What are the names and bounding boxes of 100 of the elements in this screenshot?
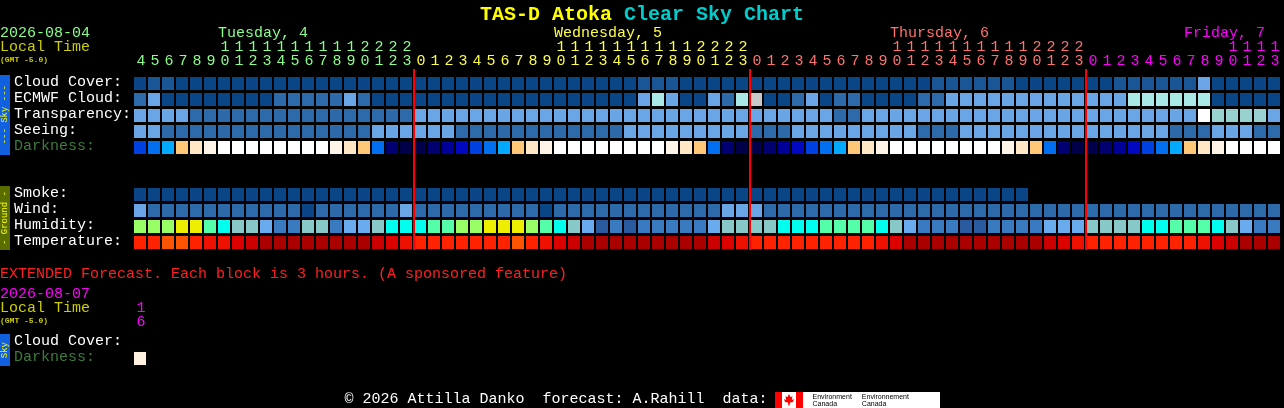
hour-label: 17 xyxy=(317,41,329,69)
hour-label: 5 xyxy=(1157,55,1169,69)
hour-label: 19 xyxy=(681,41,693,69)
hour-label: 16 xyxy=(135,302,147,330)
day-label: Tuesday, 4 xyxy=(218,27,308,41)
hour-label: 10 xyxy=(220,41,230,69)
hour-label: 7 xyxy=(1185,55,1197,69)
date-label: 2026-08-07 xyxy=(0,288,90,302)
hour-label: 9 xyxy=(1213,55,1225,69)
hour-label: 20 xyxy=(695,41,707,69)
hour-label: 3 xyxy=(457,55,469,69)
row-label: Temperature: xyxy=(14,234,123,250)
hour-label: 4 xyxy=(471,55,483,69)
hour-label: 20 xyxy=(359,41,371,69)
hour-label: 13 xyxy=(262,41,272,69)
hour-label: 23 xyxy=(737,41,749,69)
timezone-label: (GMT -5.0) xyxy=(0,55,48,65)
hour-label: 9 xyxy=(877,55,889,69)
hour-label: 1 xyxy=(765,55,777,69)
hour-label: 8 xyxy=(191,55,203,69)
hour-label: 14 xyxy=(948,41,958,69)
hour-label: 5 xyxy=(485,55,497,69)
credits-text: © 2026 Attilla Danko forecast: A.Rahill data: xyxy=(344,392,768,408)
hour-label: 16 xyxy=(640,41,651,69)
timezone-label: (GMT -5.0) xyxy=(0,316,48,326)
hour-label: 12 xyxy=(920,41,930,69)
group-label: Sky xyxy=(0,341,10,359)
hour-label: 16 xyxy=(303,41,315,69)
hour-label: 21 xyxy=(709,41,721,69)
hour-label: 12 xyxy=(248,41,258,69)
hour-label: 18 xyxy=(331,41,343,69)
hour-label: 3 xyxy=(1129,55,1141,69)
group-label: - Ground - xyxy=(0,191,10,245)
date-label: 2026-08-04 xyxy=(0,27,90,41)
row-label: Cloud Cover: xyxy=(14,334,123,350)
hour-label: 11 xyxy=(234,41,244,69)
hour-label: 7 xyxy=(177,55,189,69)
hour-label: 6 xyxy=(1171,55,1183,69)
chart-title: Clear Sky Chart xyxy=(624,4,805,25)
hour-label: 18 xyxy=(1003,41,1015,69)
hour-label: 4 xyxy=(135,55,147,69)
hour-label: 1 xyxy=(429,55,441,69)
hour-label: 17 xyxy=(989,41,1001,69)
hour-label: 8 xyxy=(527,55,539,69)
local-time-label: Local Time xyxy=(0,302,90,316)
hour-label: 0 xyxy=(415,55,427,69)
hour-label: 6 xyxy=(835,55,847,69)
hour-label: 14 xyxy=(276,41,287,69)
hour-label: 21 xyxy=(373,41,385,69)
row-label: Darkness: xyxy=(14,139,95,155)
hour-label: 21 xyxy=(1045,41,1057,69)
row-label: Cloud Cover: xyxy=(14,75,123,91)
row-label: Wind: xyxy=(14,202,59,218)
hour-label: 3 xyxy=(793,55,805,69)
hour-label: 0 xyxy=(751,55,763,69)
row-label: ECMWF Cloud: xyxy=(14,91,123,107)
hour-label: 13 xyxy=(598,41,608,69)
hour-label: 10 xyxy=(892,41,902,69)
hour-label: 13 xyxy=(1269,41,1281,69)
hour-label: 4 xyxy=(807,55,819,69)
hour-label: 16 xyxy=(975,41,987,69)
hour-label: 12 xyxy=(584,41,594,69)
hour-label: 1 xyxy=(1101,55,1113,69)
row-label: Transparency: xyxy=(14,107,132,123)
hour-label: 11 xyxy=(906,41,916,69)
hour-label: 15 xyxy=(962,41,973,69)
hour-label: 14 xyxy=(612,41,622,69)
hour-label: 9 xyxy=(541,55,553,69)
hour-label: 18 xyxy=(667,41,679,69)
hour-label: 9 xyxy=(205,55,217,69)
extended-forecast-note: EXTENDED Forecast. Each block is 3 hours. (A sponsored feature) xyxy=(0,267,568,283)
local-time-label: Local Time xyxy=(0,41,90,55)
day-label: Thursday, 6 xyxy=(890,27,991,41)
hour-label: 12 xyxy=(1255,41,1267,69)
hour-label: 7 xyxy=(513,55,525,69)
day-label: Wednesday, 5 xyxy=(554,27,664,41)
hour-label: 22 xyxy=(1059,41,1071,69)
hour-label: 2 xyxy=(779,55,791,69)
hour-label: 5 xyxy=(149,55,161,69)
row-label: Smoke: xyxy=(14,186,68,202)
hour-label: 2 xyxy=(443,55,455,69)
hour-label: 5 xyxy=(821,55,833,69)
row-label: Seeing: xyxy=(14,123,77,139)
hour-label: 13 xyxy=(934,41,944,69)
hour-label: 4 xyxy=(1143,55,1155,69)
hour-label: 6 xyxy=(499,55,511,69)
flag-icon xyxy=(774,392,803,408)
hour-label: 7 xyxy=(849,55,861,69)
hour-label: 11 xyxy=(570,41,580,69)
hour-label: 23 xyxy=(401,41,413,69)
hour-label: 19 xyxy=(345,41,357,69)
hour-label: 2 xyxy=(1115,55,1127,69)
hour-label: 15 xyxy=(626,41,636,69)
group-label: --- Sky --- xyxy=(0,85,10,145)
hour-label: 19 xyxy=(1017,41,1029,69)
hour-label: 8 xyxy=(863,55,875,69)
hour-label: 17 xyxy=(653,41,665,69)
hour-label: 10 xyxy=(1228,41,1238,69)
hour-label: 0 xyxy=(1087,55,1099,69)
hour-label: 15 xyxy=(289,41,301,69)
